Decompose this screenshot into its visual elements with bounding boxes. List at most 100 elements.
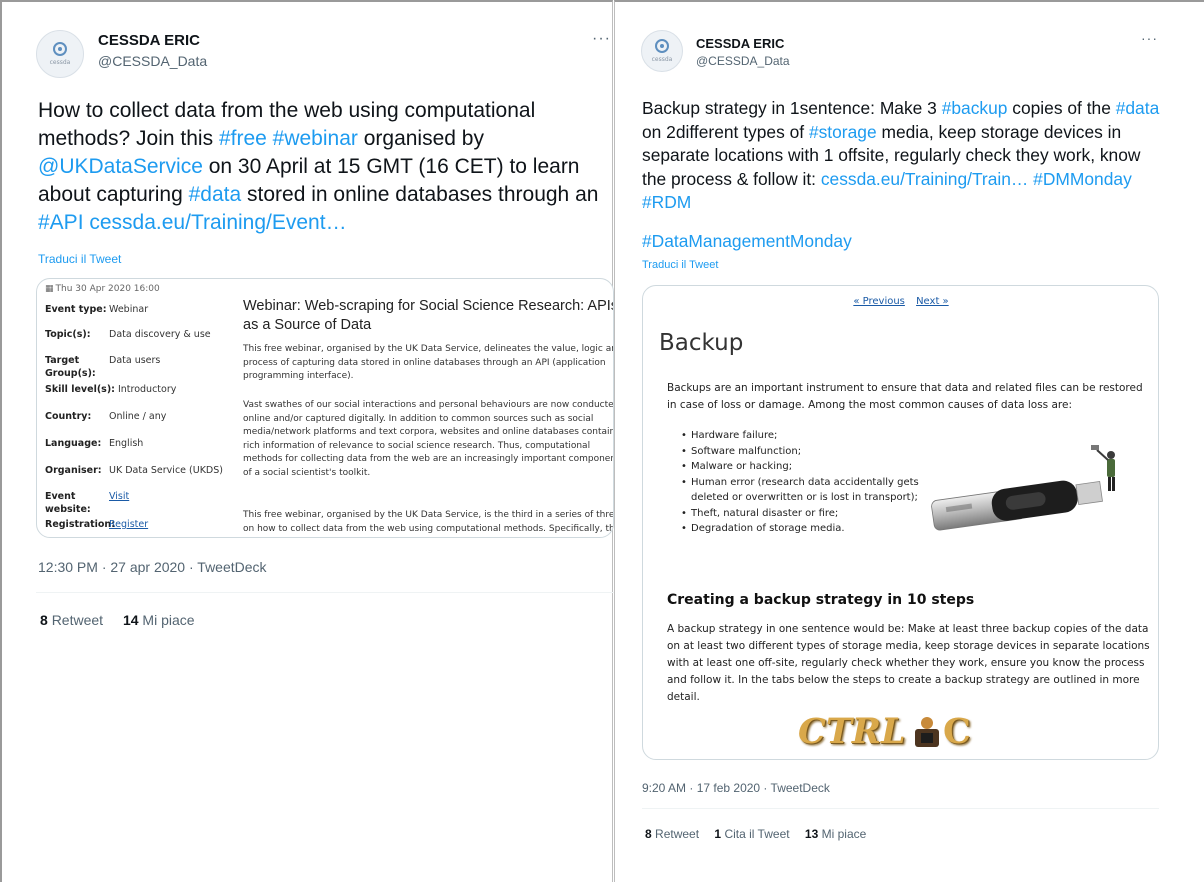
row-value: Introductory	[117, 384, 177, 395]
translate-tweet-link[interactable]: Traduci il Tweet	[642, 259, 718, 271]
intro-text: Backups are an important instrument to e…	[667, 382, 1143, 411]
tweet-text-segment: copies of the	[1007, 98, 1116, 118]
like-number: 14	[122, 612, 139, 628]
hashtag-link[interactable]: #DataManagementMonday	[642, 231, 852, 252]
author-handle[interactable]: @CESSDA_Data	[696, 54, 790, 68]
tweet-link[interactable]: cessda.eu/Training/Train…	[821, 169, 1029, 189]
worker-icon	[915, 717, 939, 747]
visit-link[interactable]: Visit	[109, 490, 129, 516]
event-row: Skill level(s): Introductory	[45, 383, 255, 396]
tweet-right: cessda CESSDA ERIC @CESSDA_Data ··· Back…	[614, 0, 1204, 882]
avatar-logo-text: cessda	[651, 56, 673, 63]
like-count[interactable]: 14 Mi piace	[123, 612, 195, 628]
tweet-stats: 8 Retweet 1 Cita il Tweet 13 Mi piace	[645, 827, 866, 841]
event-row: Event website: Visit	[45, 490, 255, 516]
author-handle[interactable]: @CESSDA_Data	[98, 53, 207, 69]
pager: « Previous Next »	[643, 296, 1158, 307]
list-item: Theft, natural disaster or fire;	[681, 506, 921, 522]
page-title: Backup	[659, 330, 744, 356]
retweet-number: 8	[40, 612, 48, 628]
event-row: Topic(s): Data discovery & use	[45, 328, 255, 341]
list-item: Hardware failure;	[681, 428, 921, 444]
tweet-link[interactable]: #DMMonday	[1033, 169, 1132, 189]
cessda-logo-icon	[53, 42, 67, 56]
list-item: Malware or hacking;	[681, 459, 921, 475]
like-label: Mi piace	[821, 827, 867, 841]
list-item: Degradation of storage media.	[681, 521, 921, 537]
row-key: Language:	[45, 438, 102, 449]
tweet-link[interactable]: #backup	[942, 98, 1008, 118]
row-key: Target Group(s):	[45, 355, 96, 379]
event-title: Webinar: Web-scraping for Social Science…	[243, 298, 614, 333]
tweet-timestamp[interactable]: 12:30 PM · 27 apr 2020 · TweetDeck	[38, 559, 267, 575]
tweet-link[interactable]: #RDM	[642, 192, 691, 212]
author-name[interactable]: CESSDA ERIC	[696, 36, 784, 51]
tweet-link[interactable]: @UKDataService	[38, 155, 203, 178]
tweet-link[interactable]: #free	[219, 127, 267, 150]
tweet-link[interactable]: #webinar	[273, 127, 358, 150]
causes-list: Hardware failure; Software malfunction; …	[681, 428, 921, 537]
row-value: English	[109, 438, 144, 449]
retweet-number: 8	[645, 827, 652, 841]
event-description: Vast swathes of our social interactions …	[243, 400, 614, 478]
section-heading: Creating a backup strategy in 10 steps	[667, 592, 975, 608]
c-text: C	[943, 711, 971, 752]
row-value: Data discovery & use	[109, 329, 211, 340]
quote-number: 1	[714, 827, 722, 841]
author-name[interactable]: CESSDA ERIC	[98, 32, 200, 49]
row-key: Organiser:	[45, 465, 102, 476]
tweet-stats: 8 Retweet 14 Mi piace	[40, 612, 195, 628]
event-row: Organiser: UK Data Service (UKDS)	[45, 464, 255, 477]
event-date: Thu 30 Apr 2020 16:00	[45, 284, 160, 294]
avatar[interactable]: cessda	[36, 30, 84, 78]
link-card[interactable]: Thu 30 Apr 2020 16:00 Event type:Webinar…	[36, 278, 614, 538]
ctrl-c-image: CTRL C	[793, 711, 1023, 753]
row-key: Skill level(s):	[45, 384, 115, 395]
register-link[interactable]: Register	[109, 518, 148, 531]
previous-link[interactable]: « Previous	[853, 296, 905, 307]
tweet-text: Backup strategy in 1sentence: Make 3 #ba…	[642, 97, 1162, 215]
tweet-text-segment: on 2different types of	[642, 121, 809, 142]
more-options-icon[interactable]: ···	[592, 30, 611, 48]
list-item: Software malfunction;	[681, 444, 921, 460]
tweet-link[interactable]: cessda.eu/Training/Event…	[89, 211, 346, 234]
tweet-link[interactable]: #data	[189, 183, 242, 206]
tweet-text-segment: organised by	[357, 127, 484, 150]
event-description: This free webinar, organised by the UK D…	[243, 344, 614, 381]
tweet-text-segment: Backup strategy in 1sentence: Make 3	[642, 98, 942, 118]
like-label: Mi piace	[142, 612, 195, 628]
quote-count[interactable]: 1 Cita il Tweet	[714, 827, 789, 841]
tweet-left: cessda CESSDA ERIC @CESSDA_Data ··· How …	[0, 0, 614, 882]
translate-tweet-link[interactable]: Traduci il Tweet	[38, 252, 121, 266]
divider	[642, 808, 1159, 809]
retweet-label: Retweet	[655, 827, 700, 841]
more-options-icon[interactable]: ···	[1141, 30, 1158, 46]
tweet-link[interactable]: #data	[1116, 98, 1160, 118]
quote-label: Cita il Tweet	[724, 827, 790, 841]
tweet-text: How to collect data from the web using c…	[38, 97, 610, 237]
row-value: Online / any	[109, 411, 167, 422]
next-link[interactable]: Next »	[916, 296, 949, 307]
link-card[interactable]: « Previous Next » Backup Backups are an …	[642, 285, 1159, 760]
event-description: This free webinar, organised by the UK D…	[243, 510, 614, 534]
row-key: Registration:	[45, 519, 115, 530]
like-count[interactable]: 13 Mi piace	[805, 827, 866, 841]
tweet-link[interactable]: #storage	[809, 122, 877, 142]
tweet-link[interactable]: #API	[38, 211, 84, 234]
cessda-logo-icon	[655, 39, 669, 53]
list-item: Human error (research data accidentally …	[681, 475, 921, 506]
tweet-text-segment: stored in online databases through an	[241, 183, 599, 206]
retweet-count[interactable]: 8 Retweet	[645, 827, 699, 841]
ctrl-text: CTRL	[798, 711, 906, 752]
event-row: Registration: Register	[45, 518, 255, 531]
usb-drive-image	[931, 445, 1115, 531]
row-value: UK Data Service (UKDS)	[109, 465, 223, 476]
row-key: Topic(s):	[45, 329, 91, 340]
event-row: Target Group(s): Data users	[45, 354, 255, 380]
row-value: Webinar	[109, 304, 149, 315]
tweet-timestamp[interactable]: 9:20 AM · 17 feb 2020 · TweetDeck	[642, 781, 830, 795]
avatar-logo-text: cessda	[49, 59, 71, 66]
row-value: Data users	[109, 355, 161, 366]
avatar[interactable]: cessda	[641, 30, 683, 72]
retweet-count[interactable]: 8 Retweet	[40, 612, 103, 628]
